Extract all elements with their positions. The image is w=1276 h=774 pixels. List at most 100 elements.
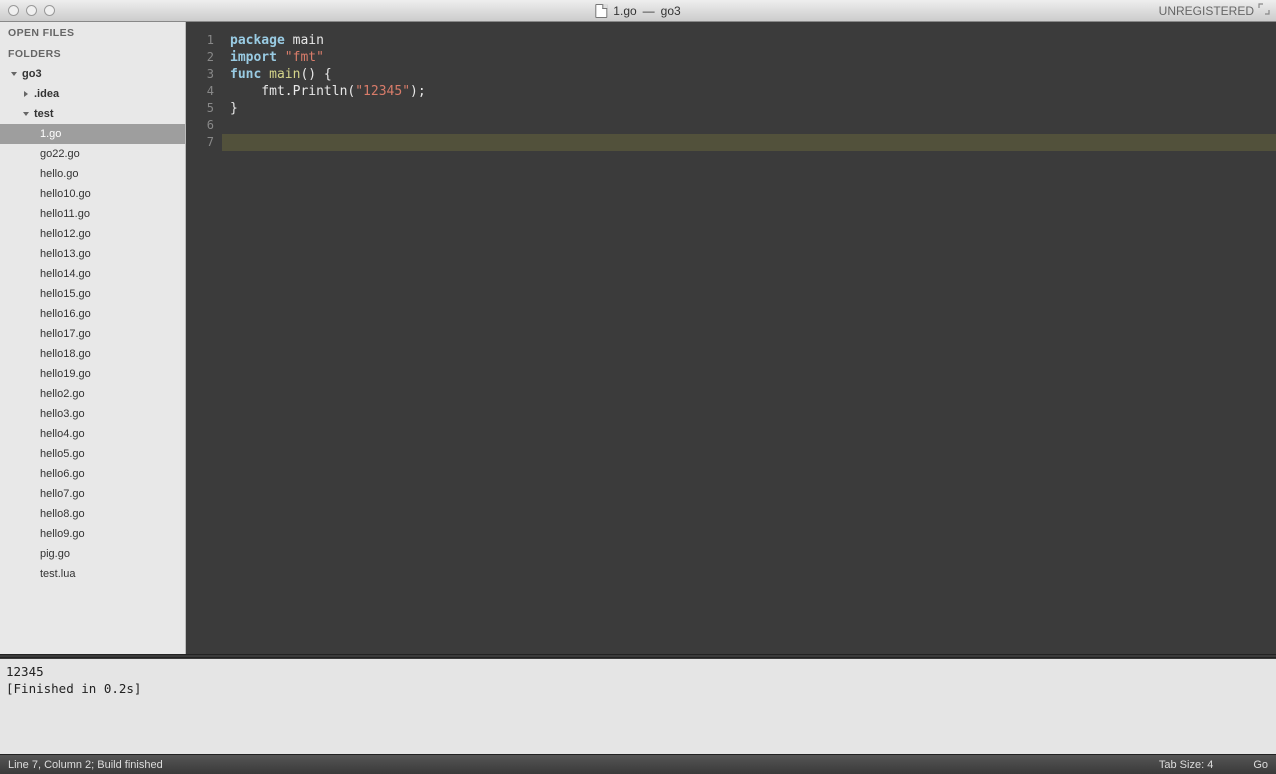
tree-item-label: hello14.go (40, 268, 91, 280)
tree-file[interactable]: hello8.go (0, 504, 185, 524)
unregistered-label: UNREGISTERED (1159, 4, 1254, 18)
expand-icon[interactable] (1258, 3, 1270, 18)
code-token: package (230, 33, 293, 48)
tree-file[interactable]: hello7.go (0, 484, 185, 504)
code-token: main (269, 67, 300, 82)
tree-item-label: .idea (34, 88, 59, 100)
code-area[interactable]: package mainimport "fmt"func main() { fm… (222, 22, 1276, 654)
tree-item-label: hello4.go (40, 428, 85, 440)
tree-file[interactable]: hello5.go (0, 444, 185, 464)
build-output-panel[interactable]: 12345 [Finished in 0.2s] (0, 658, 1276, 754)
line-number: 1 (186, 32, 214, 49)
line-number: 6 (186, 117, 214, 134)
code-line[interactable]: } (222, 100, 1276, 117)
tree-item-label: hello10.go (40, 188, 91, 200)
code-token: } (230, 101, 238, 116)
minimize-window-button[interactable] (26, 5, 37, 16)
title-project: go3 (661, 4, 681, 18)
tree-file[interactable]: hello14.go (0, 264, 185, 284)
chevron-down-icon[interactable] (10, 70, 18, 78)
zoom-window-button[interactable] (44, 5, 55, 16)
tree-file[interactable]: hello.go (0, 164, 185, 184)
open-files-header[interactable]: OPEN FILES (0, 22, 185, 43)
tree-file[interactable]: hello6.go (0, 464, 185, 484)
line-gutter: 1234567 (186, 22, 222, 654)
tree-file[interactable]: hello12.go (0, 224, 185, 244)
close-window-button[interactable] (8, 5, 19, 16)
current-line-highlight (222, 134, 1276, 151)
tree-item-label: hello.go (40, 168, 79, 180)
status-left[interactable]: Line 7, Column 2; Build finished (8, 759, 163, 771)
tree-file[interactable]: 1.go (0, 124, 185, 144)
line-number: 4 (186, 83, 214, 100)
line-number: 2 (186, 49, 214, 66)
tree-item-label: hello12.go (40, 228, 91, 240)
chevron-down-icon[interactable] (22, 110, 30, 118)
title-filename: 1.go (613, 4, 636, 18)
code-line[interactable]: package main (222, 32, 1276, 49)
tree-item-label: test (34, 108, 54, 120)
language-selector[interactable]: Go (1253, 759, 1268, 771)
code-token: () { (300, 67, 331, 82)
tree-item-label: hello2.go (40, 388, 85, 400)
tree-file[interactable]: hello9.go (0, 524, 185, 544)
tree-item-label: hello15.go (40, 288, 91, 300)
tree-file[interactable]: hello15.go (0, 284, 185, 304)
sidebar: OPEN FILES FOLDERS go3 .idea test 1.go go22.… (0, 22, 186, 654)
tab-size-selector[interactable]: Tab Size: 4 (1159, 759, 1213, 771)
console-line: 12345 (6, 663, 1270, 680)
chevron-right-icon[interactable] (22, 90, 30, 98)
code-editor[interactable]: 1234567 package mainimport "fmt"func mai… (186, 22, 1276, 654)
code-token: main (293, 33, 324, 48)
tree-item-label: hello6.go (40, 468, 85, 480)
code-line[interactable]: fmt.Println("12345"); (222, 83, 1276, 100)
tree-file[interactable]: test.lua (0, 564, 185, 584)
tree-item-label: hello7.go (40, 488, 85, 500)
code-token: func (230, 67, 269, 82)
tree-item-label: hello17.go (40, 328, 91, 340)
traffic-lights (8, 5, 55, 16)
code-line[interactable]: import "fmt" (222, 49, 1276, 66)
window-title: 1.go — go3 (595, 4, 680, 18)
code-line[interactable]: func main() { (222, 66, 1276, 83)
tree-item-label: hello3.go (40, 408, 85, 420)
code-token: ); (410, 84, 426, 99)
code-token: "fmt" (285, 50, 324, 65)
line-number: 7 (186, 134, 214, 151)
tree-file[interactable]: hello18.go (0, 344, 185, 364)
tree-file[interactable]: hello13.go (0, 244, 185, 264)
tree-file[interactable]: hello2.go (0, 384, 185, 404)
tree-file[interactable]: hello4.go (0, 424, 185, 444)
tree-item-label: hello9.go (40, 528, 85, 540)
tree-file[interactable]: go22.go (0, 144, 185, 164)
tree-item-label: test.lua (40, 568, 75, 580)
line-number: 5 (186, 100, 214, 117)
tree-file[interactable]: hello3.go (0, 404, 185, 424)
tree-file[interactable]: hello11.go (0, 204, 185, 224)
code-token: fmt.Println( (230, 84, 355, 99)
tree-file[interactable]: hello16.go (0, 304, 185, 324)
tree-folder[interactable]: go3 (0, 64, 185, 84)
code-token: "12345" (355, 84, 410, 99)
tree-file[interactable]: hello10.go (0, 184, 185, 204)
tree-file[interactable]: pig.go (0, 544, 185, 564)
tree-file[interactable]: hello19.go (0, 364, 185, 384)
tree-item-label: 1.go (40, 128, 61, 140)
tree-item-label: go22.go (40, 148, 80, 160)
tree-item-label: hello18.go (40, 348, 91, 360)
tree-file[interactable]: hello17.go (0, 324, 185, 344)
folder-tree: go3 .idea test 1.go go22.go hello.go hello10.g… (0, 64, 185, 584)
status-bar: Line 7, Column 2; Build finished Tab Siz… (0, 754, 1276, 774)
folders-header[interactable]: FOLDERS (0, 43, 185, 64)
tree-item-label: pig.go (40, 548, 70, 560)
tree-item-label: hello11.go (40, 208, 90, 220)
tree-item-label: go3 (22, 68, 42, 80)
line-number: 3 (186, 66, 214, 83)
tree-folder[interactable]: .idea (0, 84, 185, 104)
main-area: OPEN FILES FOLDERS go3 .idea test 1.go go22.… (0, 22, 1276, 654)
tree-item-label: hello5.go (40, 448, 85, 460)
tree-item-label: hello8.go (40, 508, 85, 520)
tree-folder[interactable]: test (0, 104, 185, 124)
code-token: import (230, 50, 285, 65)
tree-item-label: hello13.go (40, 248, 91, 260)
